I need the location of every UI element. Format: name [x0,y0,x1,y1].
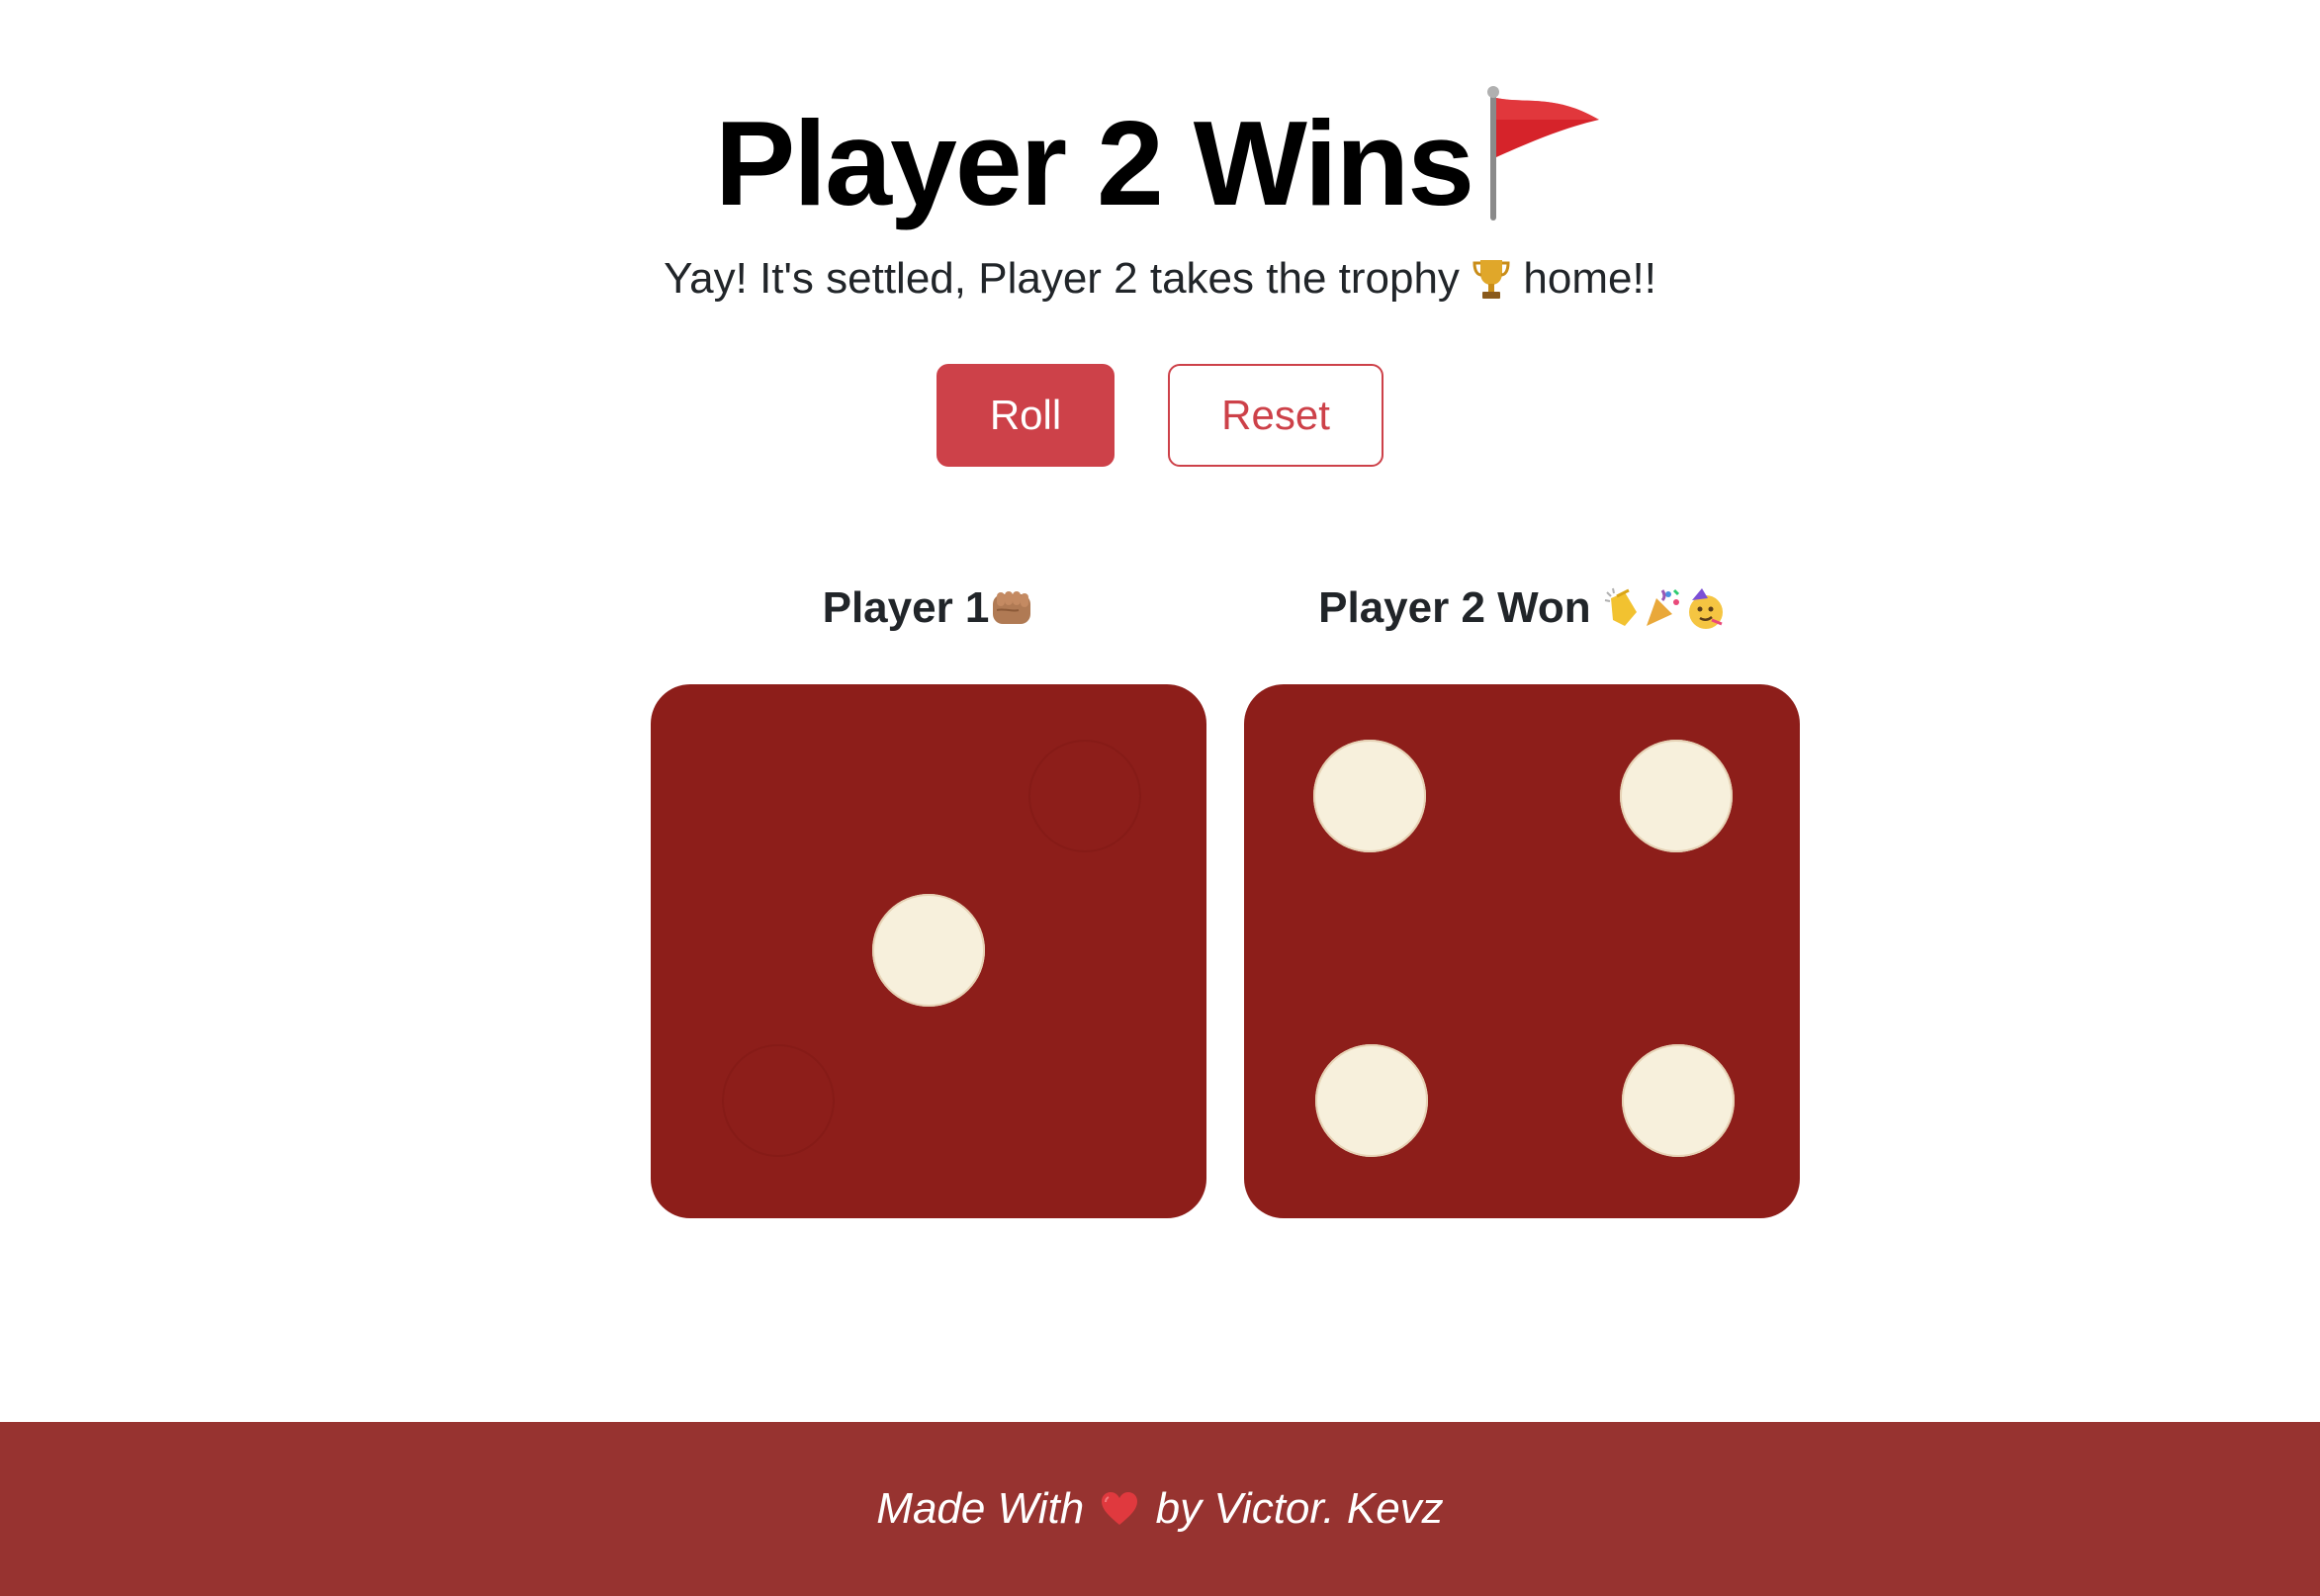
controls: Roll Reset [0,364,2320,467]
page-title: Player 2 Wins [0,79,2320,247]
flag-icon [1487,86,1600,221]
player-1-name-text: Player 1 [822,583,990,632]
fist-icon [993,591,1031,624]
player-2-die [1244,684,1800,1218]
clapping-hands-icon [1604,587,1637,626]
die-pip [872,894,985,1007]
player-1-name: Player 1 [651,574,1206,643]
player-1-panel: Player 1 [651,574,1206,1218]
player-1-die [651,684,1206,1218]
partying-face-icon [1688,588,1723,629]
header: Player 2 Wins Yay! It's settled, Player … [0,79,2320,309]
die-pip [1313,740,1426,852]
footer: Made With by Victor. Kevz [0,1422,2320,1596]
page-title-text: Player 2 Wins [714,96,1474,230]
trophy-icon [1472,260,1510,299]
die-pip-empty [722,1044,835,1157]
die-pip [1315,1044,1428,1157]
player-2-name: Player 2 Won [1244,574,1800,643]
die-pip [1620,740,1733,852]
subtitle-text-before: Yay! It's settled, Player 2 takes the tr… [664,254,1460,303]
die-pip-empty [1028,740,1141,852]
heart-icon [1102,1492,1138,1525]
subtitle: Yay! It's settled, Player 2 takes the tr… [0,249,2320,309]
party-popper-icon [1646,588,1679,626]
reset-button[interactable]: Reset [1168,364,1383,467]
footer-text-after: by Victor. Kevz [1155,1484,1444,1533]
player-2-name-text: Player 2 Won [1318,583,1591,632]
footer-credit: Made With by Victor. Kevz [0,1422,2320,1596]
page: Player 2 Wins Yay! It's settled, Player … [0,0,2320,1596]
roll-button[interactable]: Roll [937,364,1115,467]
player-2-panel: Player 2 Won [1244,574,1800,1218]
players-area: Player 1 Player 2 Won [651,574,1802,1226]
subtitle-text-after: home!! [1523,254,1656,303]
footer-text-before: Made With [876,1484,1085,1533]
die-pip [1622,1044,1735,1157]
